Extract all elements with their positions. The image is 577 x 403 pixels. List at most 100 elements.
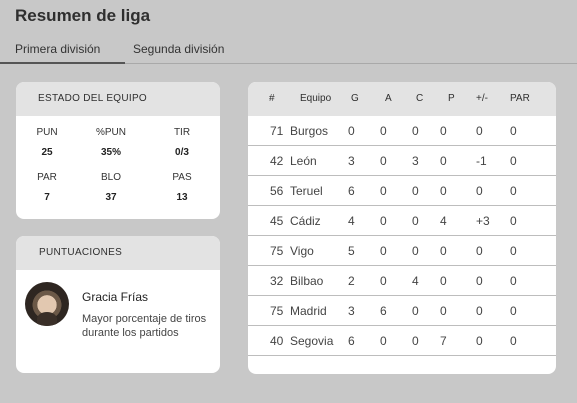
stat-label: PUN bbox=[36, 127, 58, 138]
stat-tir: TIR 0/3 bbox=[152, 127, 212, 158]
stat-label: PAS bbox=[172, 172, 192, 183]
stat-value: 25 bbox=[41, 147, 53, 158]
table-row[interactable]: 75 Madrid 3 6 0 0 0 0 bbox=[248, 296, 556, 326]
table-row[interactable]: 71 Burgos 0 0 0 0 0 0 bbox=[248, 116, 556, 146]
cell-diff: +3 bbox=[476, 214, 490, 228]
player-description: Mayor porcentaje de tiros durante los pa… bbox=[82, 313, 207, 339]
cell-g: 4 bbox=[348, 214, 355, 228]
stat-label: PAR bbox=[37, 172, 57, 183]
cell-number: 71 bbox=[270, 124, 284, 138]
cell-p: 0 bbox=[440, 274, 447, 288]
stat-value: 0/3 bbox=[175, 147, 189, 158]
cell-g: 0 bbox=[348, 124, 355, 138]
cell-par: 0 bbox=[510, 304, 517, 318]
column-header-a[interactable]: A bbox=[385, 82, 392, 116]
cell-p: 0 bbox=[440, 124, 447, 138]
stat-par: PAR 7 bbox=[17, 172, 77, 203]
player-name: Gracia Frías bbox=[82, 290, 149, 304]
cell-number: 45 bbox=[270, 214, 284, 228]
cell-a: 0 bbox=[380, 334, 387, 348]
cell-g: 6 bbox=[348, 184, 355, 198]
table-row[interactable]: 56 Teruel 6 0 0 0 0 0 bbox=[248, 176, 556, 206]
tab-segunda-division[interactable]: Segunda división bbox=[133, 40, 224, 64]
team-status-title: ESTADO DEL EQUIPO bbox=[16, 82, 220, 116]
cell-p: 0 bbox=[440, 154, 447, 168]
cell-par: 0 bbox=[510, 124, 517, 138]
column-header-number[interactable]: # bbox=[269, 82, 275, 116]
table-header: # Equipo G A C P +/- PAR bbox=[248, 82, 556, 116]
cell-team: Burgos bbox=[290, 124, 329, 138]
cell-diff: 0 bbox=[476, 334, 483, 348]
cell-c: 0 bbox=[412, 334, 419, 348]
cell-diff: 0 bbox=[476, 274, 483, 288]
cell-diff: -1 bbox=[476, 154, 487, 168]
table-row[interactable]: 75 Vigo 5 0 0 0 0 0 bbox=[248, 236, 556, 266]
cell-a: 0 bbox=[380, 244, 387, 258]
stat-value: 13 bbox=[176, 192, 188, 203]
stat-value: 37 bbox=[105, 192, 117, 203]
column-header-diff[interactable]: +/- bbox=[476, 82, 488, 116]
cell-p: 4 bbox=[440, 214, 447, 228]
cell-team: León bbox=[290, 154, 317, 168]
cell-g: 6 bbox=[348, 334, 355, 348]
cell-team: Teruel bbox=[290, 184, 323, 198]
cell-c: 0 bbox=[412, 244, 419, 258]
avatar bbox=[25, 282, 69, 326]
cell-number: 75 bbox=[270, 304, 284, 318]
column-header-par[interactable]: PAR bbox=[510, 82, 530, 116]
cell-a: 0 bbox=[380, 124, 387, 138]
cell-team: Madrid bbox=[290, 304, 327, 318]
cell-g: 3 bbox=[348, 304, 355, 318]
column-header-g[interactable]: G bbox=[351, 82, 359, 116]
stat-pun: PUN 25 bbox=[17, 127, 77, 158]
cell-g: 5 bbox=[348, 244, 355, 258]
stat-value: 35% bbox=[100, 147, 121, 158]
stat-pct-pun: %PUN 35% bbox=[81, 127, 141, 158]
table-row[interactable]: 32 Bilbao 2 0 4 0 0 0 bbox=[248, 266, 556, 296]
cell-diff: 0 bbox=[476, 184, 483, 198]
cell-c: 0 bbox=[412, 124, 419, 138]
stat-label: %PUN bbox=[95, 127, 126, 138]
cell-p: 0 bbox=[440, 244, 447, 258]
column-header-c[interactable]: C bbox=[416, 82, 423, 116]
table-row[interactable]: 42 León 3 0 3 0 -1 0 bbox=[248, 146, 556, 176]
cell-number: 75 bbox=[270, 244, 284, 258]
cell-team: Segovia bbox=[290, 334, 334, 348]
scores-title: PUNTUACIONES bbox=[16, 236, 220, 270]
cell-g: 2 bbox=[348, 274, 355, 288]
stat-label: TIR bbox=[173, 127, 191, 138]
cell-number: 32 bbox=[270, 274, 284, 288]
standings-table: # Equipo G A C P +/- PAR 71 Burgos 0 0 0 0 0 0 4… bbox=[248, 82, 556, 374]
table-row[interactable]: 45 Cádiz 4 0 0 4 +3 0 bbox=[248, 206, 556, 236]
cell-team: Vigo bbox=[290, 244, 314, 258]
cell-diff: 0 bbox=[476, 244, 483, 258]
cell-par: 0 bbox=[510, 214, 517, 228]
team-status-card: ESTADO DEL EQUIPO PUN 25 %PUN 35% TIR 0/… bbox=[16, 82, 220, 219]
cell-p: 0 bbox=[440, 304, 447, 318]
cell-c: 0 bbox=[412, 214, 419, 228]
tab-primera-division[interactable]: Primera división bbox=[0, 40, 125, 64]
table-row[interactable]: 40 Segovia 6 0 0 7 0 0 bbox=[248, 326, 556, 356]
cell-a: 0 bbox=[380, 274, 387, 288]
cell-g: 3 bbox=[348, 154, 355, 168]
cell-par: 0 bbox=[510, 154, 517, 168]
cell-team: Cádiz bbox=[290, 214, 321, 228]
cell-number: 42 bbox=[270, 154, 284, 168]
cell-c: 0 bbox=[412, 304, 419, 318]
cell-team: Bilbao bbox=[290, 274, 324, 288]
cell-diff: 0 bbox=[476, 304, 483, 318]
stat-blo: BLO 37 bbox=[81, 172, 141, 203]
cell-a: 0 bbox=[380, 214, 387, 228]
cell-a: 0 bbox=[380, 154, 387, 168]
cell-par: 0 bbox=[510, 274, 517, 288]
stat-label: BLO bbox=[100, 172, 121, 183]
cell-par: 0 bbox=[510, 244, 517, 258]
column-header-team[interactable]: Equipo bbox=[300, 82, 331, 116]
cell-c: 4 bbox=[412, 274, 419, 288]
cell-c: 3 bbox=[412, 154, 419, 168]
division-tabs: Primera división Segunda división bbox=[0, 40, 577, 64]
cell-p: 7 bbox=[440, 334, 447, 348]
stat-value: 7 bbox=[44, 192, 50, 203]
cell-a: 6 bbox=[380, 304, 387, 318]
column-header-p[interactable]: P bbox=[448, 82, 455, 116]
